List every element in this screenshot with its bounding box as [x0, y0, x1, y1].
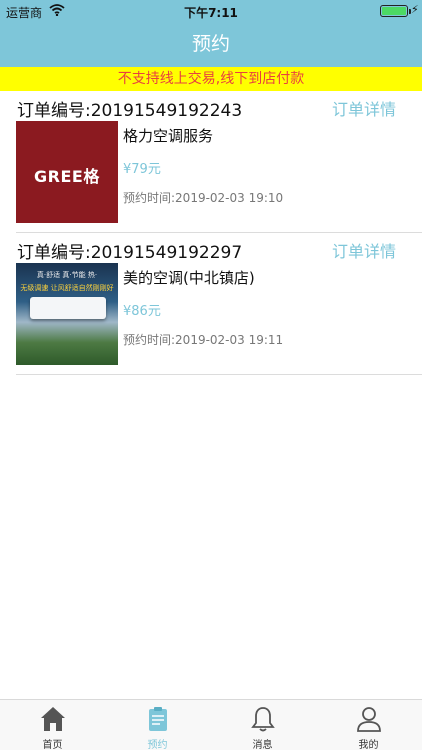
- bell-icon: [248, 704, 278, 734]
- tab-label: 预约: [147, 740, 168, 750]
- order-number: 订单编号:20191549192297: [17, 243, 243, 263]
- product-name: 美的空调(中北镇店): [123, 269, 255, 287]
- tab-label: 首页: [42, 740, 63, 750]
- order-detail-link[interactable]: 订单详情: [332, 238, 396, 262]
- booking-time: 预约时间:2019-02-03 19:10: [123, 191, 284, 205]
- order-card[interactable]: 订单编号:20191549192297 订单详情 真·舒适 真·节能 热· 无级…: [0, 233, 422, 375]
- booking-icon: [143, 704, 173, 734]
- thumb-slogan: 真·舒适 真·节能 热·: [36, 271, 98, 279]
- battery-icon: [380, 5, 411, 17]
- thumb-tagline: 无级调速 让风舒适自然刚刚好: [20, 284, 114, 292]
- person-icon: [354, 704, 384, 734]
- status-time: 下午7:11: [184, 6, 238, 20]
- tab-label: 消息: [252, 740, 273, 750]
- gree-logo-text: GREE格: [34, 167, 100, 186]
- product-thumbnail[interactable]: GREE格: [16, 121, 118, 223]
- product-thumbnail[interactable]: 真·舒适 真·节能 热· 无级调速 让风舒适自然刚刚好: [16, 263, 118, 365]
- tab-profile[interactable]: 我的: [316, 700, 421, 750]
- page-title: 预约: [191, 33, 230, 55]
- product-name: 格力空调服务: [123, 127, 214, 145]
- order-detail-link[interactable]: 订单详情: [332, 96, 396, 120]
- booking-time: 预约时间:2019-02-03 19:11: [123, 333, 284, 347]
- air-conditioner-image: [30, 297, 106, 319]
- order-card[interactable]: 订单编号:20191549192243 订单详情 GREE格 格力空调服务 ¥7…: [0, 91, 422, 233]
- product-price: ¥79元: [123, 162, 161, 177]
- tab-messages[interactable]: 消息: [210, 700, 315, 750]
- tab-booking[interactable]: 预约: [105, 700, 210, 750]
- tab-home[interactable]: 首页: [0, 700, 105, 750]
- product-price: ¥86元: [123, 304, 161, 319]
- tab-bar: 首页 预约 消息 我的: [0, 699, 422, 750]
- tab-label: 我的: [358, 740, 379, 750]
- order-number: 订单编号:20191549192243: [17, 101, 243, 121]
- divider: [16, 374, 422, 375]
- charging-icon: ⚡: [411, 3, 419, 16]
- top-bar: 运营商 下午7:11 ⚡ 预约: [0, 0, 422, 67]
- status-bar: 运营商 下午7:11 ⚡: [0, 0, 422, 22]
- home-icon: [38, 704, 68, 734]
- notice-banner: 不支持线上交易,线下到店付款: [0, 67, 422, 91]
